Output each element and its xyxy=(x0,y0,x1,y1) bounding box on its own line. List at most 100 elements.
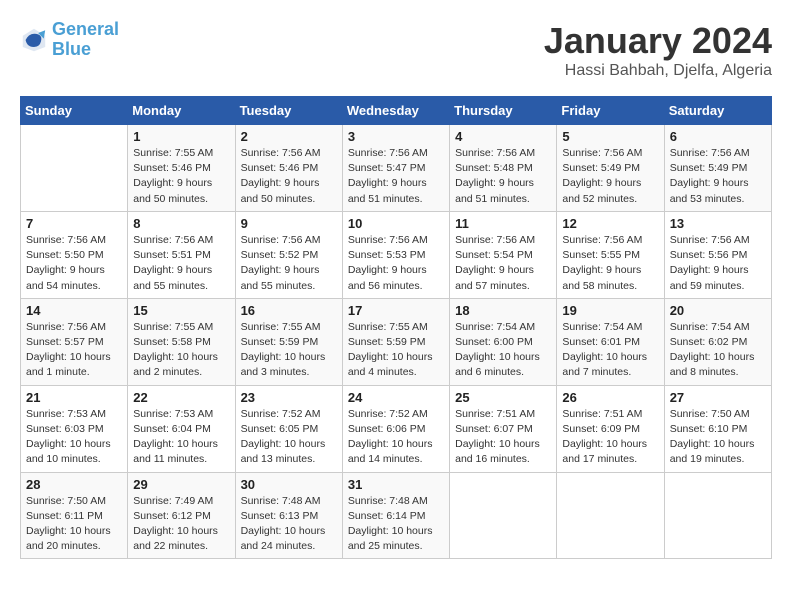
calendar-cell: 10 Sunrise: 7:56 AMSunset: 5:53 PMDayligh… xyxy=(342,211,449,298)
logo: GeneralBlue xyxy=(20,20,119,60)
day-number: 9 xyxy=(241,216,337,231)
day-info: Sunrise: 7:53 AMSunset: 6:04 PMDaylight:… xyxy=(133,407,229,468)
page-header: GeneralBlue January 2024 Hassi Bahbah, D… xyxy=(20,20,772,80)
calendar-cell: 29 Sunrise: 7:49 AMSunset: 6:12 PMDayligh… xyxy=(128,472,235,559)
calendar-cell: 16 Sunrise: 7:55 AMSunset: 5:59 PMDayligh… xyxy=(235,298,342,385)
calendar-cell xyxy=(21,125,128,212)
day-number: 20 xyxy=(670,303,766,318)
calendar-cell xyxy=(664,472,771,559)
day-number: 10 xyxy=(348,216,444,231)
day-info: Sunrise: 7:56 AMSunset: 5:56 PMDaylight:… xyxy=(670,233,766,294)
week-row-5: 28 Sunrise: 7:50 AMSunset: 6:11 PMDayligh… xyxy=(21,472,772,559)
day-info: Sunrise: 7:51 AMSunset: 6:09 PMDaylight:… xyxy=(562,407,658,468)
calendar-cell: 15 Sunrise: 7:55 AMSunset: 5:58 PMDayligh… xyxy=(128,298,235,385)
day-number: 19 xyxy=(562,303,658,318)
day-number: 27 xyxy=(670,390,766,405)
day-header-tuesday: Tuesday xyxy=(235,97,342,125)
calendar-cell: 1Sunrise: 7:55 AMSunset: 5:46 PMDaylight… xyxy=(128,125,235,212)
calendar-cell: 18 Sunrise: 7:54 AMSunset: 6:00 PMDayligh… xyxy=(450,298,557,385)
calendar-subtitle: Hassi Bahbah, Djelfa, Algeria xyxy=(544,62,772,80)
day-number: 4 xyxy=(455,129,551,144)
calendar-cell: 20 Sunrise: 7:54 AMSunset: 6:02 PMDayligh… xyxy=(664,298,771,385)
day-info: Sunrise: 7:56 AMSunset: 5:51 PMDaylight:… xyxy=(133,233,229,294)
day-header-friday: Friday xyxy=(557,97,664,125)
week-row-1: 1Sunrise: 7:55 AMSunset: 5:46 PMDaylight… xyxy=(21,125,772,212)
day-number: 18 xyxy=(455,303,551,318)
day-number: 29 xyxy=(133,477,229,492)
day-info: Sunrise: 7:52 AMSunset: 6:05 PMDaylight:… xyxy=(241,407,337,468)
days-header-row: SundayMondayTuesdayWednesdayThursdayFrid… xyxy=(21,97,772,125)
calendar-cell: 17 Sunrise: 7:55 AMSunset: 5:59 PMDayligh… xyxy=(342,298,449,385)
day-number: 5 xyxy=(562,129,658,144)
day-info: Sunrise: 7:55 AMSunset: 5:58 PMDaylight:… xyxy=(133,320,229,381)
day-number: 12 xyxy=(562,216,658,231)
calendar-cell xyxy=(450,472,557,559)
calendar-cell: 22 Sunrise: 7:53 AMSunset: 6:04 PMDayligh… xyxy=(128,385,235,472)
day-info: Sunrise: 7:56 AMSunset: 5:54 PMDaylight:… xyxy=(455,233,551,294)
day-number: 23 xyxy=(241,390,337,405)
calendar-cell: 28 Sunrise: 7:50 AMSunset: 6:11 PMDayligh… xyxy=(21,472,128,559)
day-number: 7 xyxy=(26,216,122,231)
day-number: 8 xyxy=(133,216,229,231)
calendar-cell: 23 Sunrise: 7:52 AMSunset: 6:05 PMDayligh… xyxy=(235,385,342,472)
week-row-3: 14 Sunrise: 7:56 AMSunset: 5:57 PMDayligh… xyxy=(21,298,772,385)
day-number: 30 xyxy=(241,477,337,492)
day-info: Sunrise: 7:55 AMSunset: 5:46 PMDaylight:… xyxy=(133,146,229,207)
calendar-table: SundayMondayTuesdayWednesdayThursdayFrid… xyxy=(20,96,772,559)
day-info: Sunrise: 7:50 AMSunset: 6:11 PMDaylight:… xyxy=(26,494,122,555)
day-info: Sunrise: 7:54 AMSunset: 6:02 PMDaylight:… xyxy=(670,320,766,381)
day-info: Sunrise: 7:54 AMSunset: 6:01 PMDaylight:… xyxy=(562,320,658,381)
day-info: Sunrise: 7:54 AMSunset: 6:00 PMDaylight:… xyxy=(455,320,551,381)
day-info: Sunrise: 7:56 AMSunset: 5:46 PMDaylight:… xyxy=(241,146,337,207)
day-number: 26 xyxy=(562,390,658,405)
calendar-cell: 26 Sunrise: 7:51 AMSunset: 6:09 PMDayligh… xyxy=(557,385,664,472)
calendar-cell: 5Sunrise: 7:56 AMSunset: 5:49 PMDaylight… xyxy=(557,125,664,212)
week-row-2: 7 Sunrise: 7:56 AMSunset: 5:50 PMDaylight… xyxy=(21,211,772,298)
day-header-sunday: Sunday xyxy=(21,97,128,125)
logo-text: GeneralBlue xyxy=(52,20,119,60)
day-info: Sunrise: 7:55 AMSunset: 5:59 PMDaylight:… xyxy=(241,320,337,381)
day-number: 16 xyxy=(241,303,337,318)
day-number: 21 xyxy=(26,390,122,405)
day-number: 28 xyxy=(26,477,122,492)
calendar-cell: 24Sunrise: 7:52 AMSunset: 6:06 PMDayligh… xyxy=(342,385,449,472)
day-number: 31 xyxy=(348,477,444,492)
day-number: 11 xyxy=(455,216,551,231)
day-number: 15 xyxy=(133,303,229,318)
calendar-cell: 4 Sunrise: 7:56 AMSunset: 5:48 PMDaylight… xyxy=(450,125,557,212)
day-info: Sunrise: 7:48 AMSunset: 6:14 PMDaylight:… xyxy=(348,494,444,555)
day-info: Sunrise: 7:56 AMSunset: 5:48 PMDaylight:… xyxy=(455,146,551,207)
calendar-cell: 9Sunrise: 7:56 AMSunset: 5:52 PMDaylight… xyxy=(235,211,342,298)
calendar-cell: 19 Sunrise: 7:54 AMSunset: 6:01 PMDayligh… xyxy=(557,298,664,385)
day-number: 14 xyxy=(26,303,122,318)
calendar-cell: 6Sunrise: 7:56 AMSunset: 5:49 PMDaylight… xyxy=(664,125,771,212)
day-info: Sunrise: 7:50 AMSunset: 6:10 PMDaylight:… xyxy=(670,407,766,468)
day-number: 2 xyxy=(241,129,337,144)
title-block: January 2024 Hassi Bahbah, Djelfa, Alger… xyxy=(544,20,772,80)
calendar-title: January 2024 xyxy=(544,20,772,62)
calendar-cell: 2 Sunrise: 7:56 AMSunset: 5:46 PMDaylight… xyxy=(235,125,342,212)
day-info: Sunrise: 7:56 AMSunset: 5:47 PMDaylight:… xyxy=(348,146,444,207)
day-info: Sunrise: 7:49 AMSunset: 6:12 PMDaylight:… xyxy=(133,494,229,555)
calendar-cell: 31 Sunrise: 7:48 AMSunset: 6:14 PMDayligh… xyxy=(342,472,449,559)
calendar-cell: 7 Sunrise: 7:56 AMSunset: 5:50 PMDaylight… xyxy=(21,211,128,298)
day-info: Sunrise: 7:56 AMSunset: 5:57 PMDaylight:… xyxy=(26,320,122,381)
day-info: Sunrise: 7:56 AMSunset: 5:49 PMDaylight:… xyxy=(670,146,766,207)
day-header-saturday: Saturday xyxy=(664,97,771,125)
day-header-wednesday: Wednesday xyxy=(342,97,449,125)
day-number: 13 xyxy=(670,216,766,231)
day-info: Sunrise: 7:55 AMSunset: 5:59 PMDaylight:… xyxy=(348,320,444,381)
day-info: Sunrise: 7:48 AMSunset: 6:13 PMDaylight:… xyxy=(241,494,337,555)
day-info: Sunrise: 7:51 AMSunset: 6:07 PMDaylight:… xyxy=(455,407,551,468)
calendar-cell: 11 Sunrise: 7:56 AMSunset: 5:54 PMDayligh… xyxy=(450,211,557,298)
calendar-cell: 12 Sunrise: 7:56 AMSunset: 5:55 PMDayligh… xyxy=(557,211,664,298)
calendar-cell: 30 Sunrise: 7:48 AMSunset: 6:13 PMDayligh… xyxy=(235,472,342,559)
day-info: Sunrise: 7:56 AMSunset: 5:53 PMDaylight:… xyxy=(348,233,444,294)
day-info: Sunrise: 7:56 AMSunset: 5:50 PMDaylight:… xyxy=(26,233,122,294)
calendar-cell: 27 Sunrise: 7:50 AMSunset: 6:10 PMDayligh… xyxy=(664,385,771,472)
day-number: 17 xyxy=(348,303,444,318)
day-info: Sunrise: 7:56 AMSunset: 5:55 PMDaylight:… xyxy=(562,233,658,294)
day-number: 22 xyxy=(133,390,229,405)
day-info: Sunrise: 7:52 AMSunset: 6:06 PMDaylight:… xyxy=(348,407,444,468)
calendar-cell: 3Sunrise: 7:56 AMSunset: 5:47 PMDaylight… xyxy=(342,125,449,212)
